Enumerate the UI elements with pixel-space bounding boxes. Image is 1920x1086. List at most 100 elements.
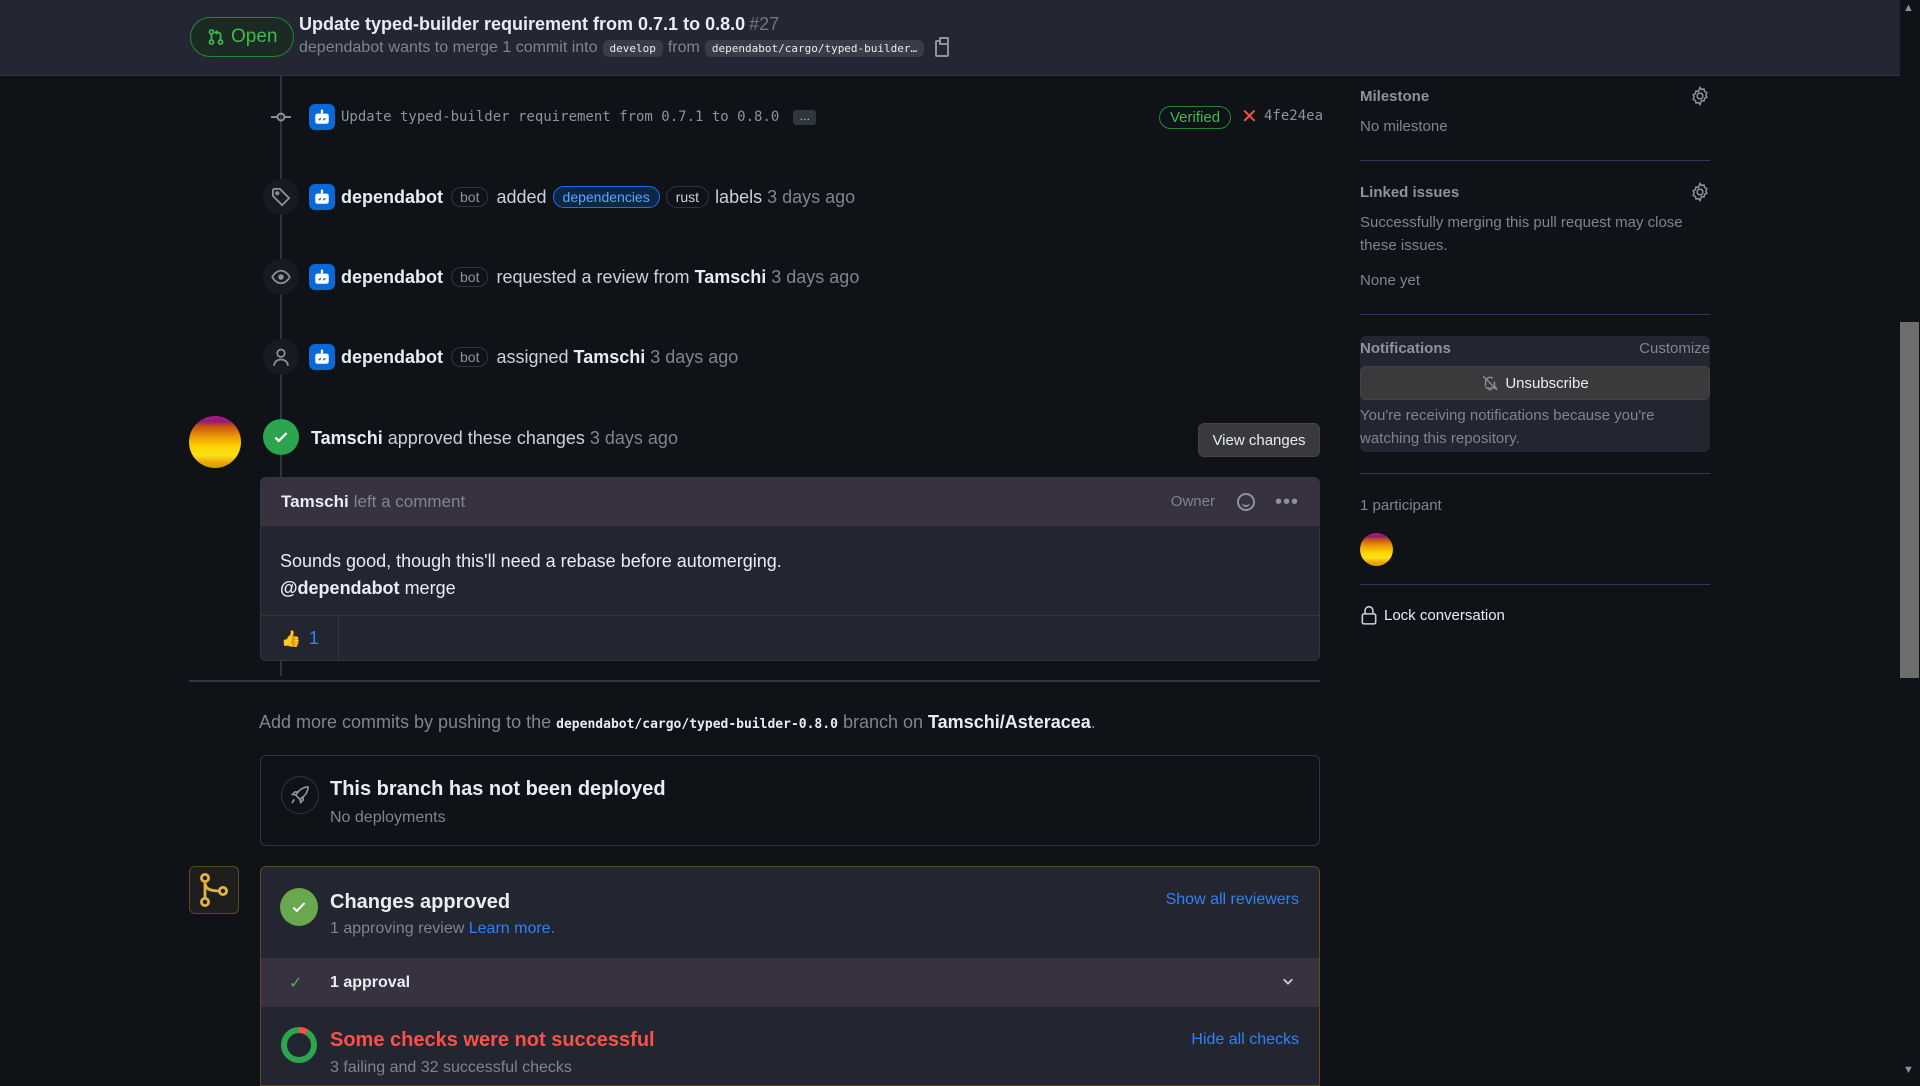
timeline-commit: Update typed-builder requirement from 0.… <box>263 99 817 135</box>
pr-number: #27 <box>749 14 780 34</box>
timeline-event: dependabot bot assigned Tamschi 3 days a… <box>263 339 738 375</box>
head-branch[interactable]: dependabot/cargo/typed-builder… <box>704 39 925 57</box>
event-actor[interactable]: dependabot <box>341 347 443 368</box>
comment-line-2-rest: merge <box>399 578 456 598</box>
pr-state-label: Open <box>231 26 278 47</box>
participants-section: 1 participant <box>1360 494 1710 566</box>
reviewer-name[interactable]: Tamschi <box>311 428 383 448</box>
thumbs-up-icon: 👍 <box>281 630 301 648</box>
event-time[interactable]: 3 days ago <box>767 187 855 208</box>
chevron-down-icon[interactable] <box>1281 974 1295 991</box>
learn-more-link[interactable]: Learn more. <box>469 920 555 937</box>
sidebar-divider <box>1360 160 1710 161</box>
bot-tag: bot <box>451 347 489 367</box>
changes-approved-title: Changes approved <box>330 891 511 913</box>
unsubscribe-label: Unsubscribe <box>1505 374 1589 392</box>
timeline-divider <box>189 680 1320 682</box>
approvals-count: 1 approval <box>330 973 411 991</box>
approvals-row[interactable]: ✓ 1 approval <box>261 958 1319 1007</box>
scroll-down-icon[interactable]: ▼ <box>1903 1064 1914 1076</box>
approved-icon <box>280 888 318 926</box>
push-hint-prefix: Add more commits by pushing to the <box>259 712 552 732</box>
reviewer-avatar[interactable] <box>189 416 241 468</box>
commit-sha[interactable]: 4fe24ea <box>1264 108 1323 124</box>
event-actor[interactable]: dependabot <box>341 267 443 288</box>
push-hint-suffix: . <box>1090 712 1096 732</box>
commit-expand-button[interactable]: … <box>793 109 817 125</box>
notifications-reason: You're receiving notifications because y… <box>1360 407 1655 447</box>
show-all-reviewers-link[interactable]: Show all reviewers <box>1166 891 1299 909</box>
verified-badge[interactable]: Verified <box>1159 106 1232 129</box>
notifications-section: Notifications Customize Unsubscribe You'… <box>1360 336 1710 452</box>
checks-status-ring <box>281 1027 317 1063</box>
event-action: assigned <box>496 346 569 367</box>
unsubscribe-button[interactable]: Unsubscribe <box>1360 366 1710 400</box>
reaction-count: 1 <box>308 628 319 648</box>
view-changes-button[interactable]: View changes <box>1198 423 1320 457</box>
event-time[interactable]: 3 days ago <box>650 347 738 368</box>
comment-action: left a comment <box>353 491 466 511</box>
bell-slash-icon <box>1483 375 1499 391</box>
gear-icon[interactable] <box>1690 182 1710 202</box>
commit-message[interactable]: Update typed-builder requirement from 0.… <box>341 109 779 125</box>
checks-successful-arc <box>281 1027 317 1063</box>
event-target[interactable]: Tamschi <box>574 347 646 368</box>
milestone-value: No milestone <box>1360 118 1448 135</box>
push-hint: Add more commits by pushing to the depen… <box>259 712 1096 733</box>
bot-tag: bot <box>451 187 489 207</box>
push-hint-repo[interactable]: Tamschi/Asteracea <box>928 712 1091 732</box>
lock-conversation-label: Lock conversation <box>1384 606 1505 624</box>
eye-icon <box>263 259 299 295</box>
event-target[interactable]: Tamschi <box>695 267 767 288</box>
pr-merge-text: wants to merge 1 commit into <box>388 39 598 56</box>
approved-check-icon <box>263 419 299 455</box>
comment-author[interactable]: Tamschi <box>281 492 349 512</box>
push-hint-middle: branch on <box>842 712 923 732</box>
gear-icon[interactable] <box>1690 86 1710 106</box>
hide-all-checks-link[interactable]: Hide all checks <box>1191 1031 1299 1049</box>
notifications-header: Notifications Customize <box>1360 340 1710 357</box>
event-action: added <box>496 186 547 207</box>
from-text: from <box>667 39 700 56</box>
deployment-box: This branch has not been deployed No dep… <box>260 755 1320 846</box>
checks-title: Some checks were not successful <box>330 1029 655 1051</box>
push-hint-branch: dependabot/cargo/typed-builder-0.8.0 <box>556 717 838 732</box>
bot-icon <box>315 189 329 204</box>
add-reaction-icon[interactable] <box>1236 492 1255 511</box>
check-failed-icon[interactable]: ✕ <box>1241 104 1258 129</box>
comment-line-2: @dependabot merge <box>280 575 1300 602</box>
bot-icon <box>315 269 329 284</box>
scroll-up-icon[interactable]: ▲ <box>1903 2 1914 14</box>
merge-icon <box>189 866 239 914</box>
mention-dependabot[interactable]: @dependabot <box>280 578 400 598</box>
thumbs-up-reaction[interactable]: 👍 1 <box>261 616 339 660</box>
dependabot-avatar[interactable] <box>309 104 335 130</box>
dependabot-avatar[interactable] <box>309 184 335 210</box>
sidebar-divider <box>1360 584 1710 585</box>
checks-section: Some checks were not successful 3 failin… <box>261 1007 1319 1085</box>
customize-link[interactable]: Customize <box>1639 340 1710 357</box>
review-time[interactable]: 3 days ago <box>590 428 678 448</box>
pr-author[interactable]: dependabot <box>299 39 384 57</box>
dependabot-avatar[interactable] <box>309 344 335 370</box>
dependabot-avatar[interactable] <box>309 264 335 290</box>
label-rust[interactable]: rust <box>665 186 710 208</box>
event-time[interactable]: 3 days ago <box>771 267 859 288</box>
lock-conversation-link[interactable]: Lock conversation <box>1360 605 1710 625</box>
review-action: approved these changes <box>387 428 585 448</box>
bot-tag: bot <box>451 267 489 287</box>
label-dependencies[interactable]: dependencies <box>552 186 660 208</box>
scrollbar-thumb[interactable] <box>1900 322 1919 678</box>
copy-icon[interactable] <box>935 36 950 57</box>
participant-avatar[interactable] <box>1360 533 1393 566</box>
milestone-title: Milestone <box>1360 88 1430 105</box>
deploy-title: This branch has not been deployed <box>330 778 666 800</box>
timeline-event: dependabot bot requested a review from T… <box>263 259 859 295</box>
sidebar-divider <box>1360 314 1710 315</box>
event-suffix: labels <box>715 186 763 207</box>
more-options-icon[interactable]: ••• <box>1275 492 1299 512</box>
changes-approved-sub: 1 approving review Learn more. <box>330 920 555 938</box>
event-actor[interactable]: dependabot <box>341 187 443 208</box>
base-branch[interactable]: develop <box>602 39 663 57</box>
review-status-section: Changes approved 1 approving review Lear… <box>261 867 1319 958</box>
